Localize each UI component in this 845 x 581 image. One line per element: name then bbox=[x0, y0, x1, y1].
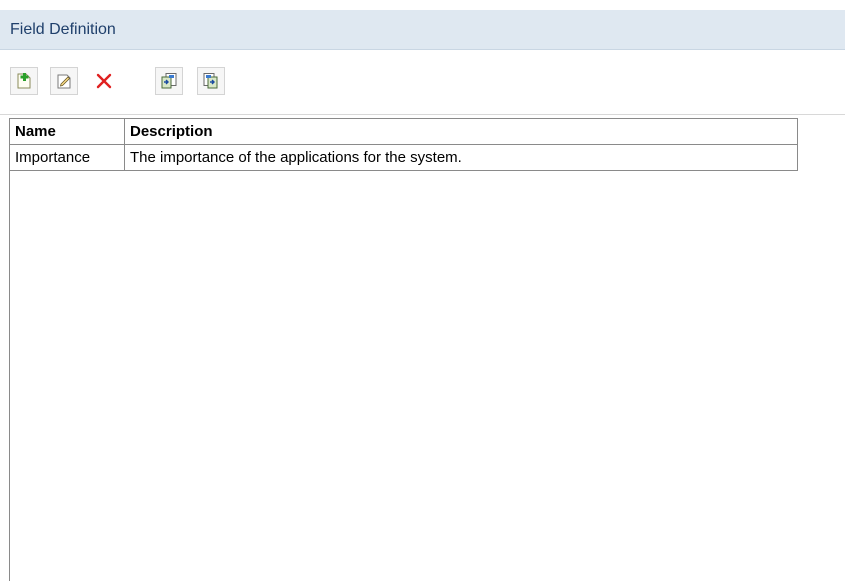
toolbar-divider bbox=[0, 114, 845, 115]
export-button[interactable] bbox=[197, 67, 225, 95]
table-row[interactable]: Importance The importance of the applica… bbox=[9, 144, 798, 171]
edit-document-icon bbox=[57, 74, 71, 89]
export-icon bbox=[203, 73, 218, 89]
panel-header: Field Definition bbox=[0, 10, 845, 50]
cell-description[interactable]: The importance of the applications for t… bbox=[124, 144, 798, 171]
field-definition-table: Name Description Importance The importan… bbox=[9, 118, 798, 171]
table-header-row: Name Description bbox=[9, 118, 798, 145]
edit-button[interactable] bbox=[50, 67, 78, 95]
cell-name[interactable]: Importance bbox=[9, 144, 125, 171]
add-button[interactable] bbox=[10, 67, 38, 95]
add-document-icon bbox=[17, 73, 31, 89]
panel-title: Field Definition bbox=[10, 21, 116, 38]
field-definition-panel: Field Definition Name Description Import… bbox=[0, 0, 845, 581]
delete-button[interactable] bbox=[90, 67, 118, 95]
column-header-name[interactable]: Name bbox=[9, 118, 125, 145]
grid-left-border bbox=[9, 118, 10, 581]
delete-icon bbox=[96, 73, 112, 89]
import-button[interactable] bbox=[155, 67, 183, 95]
import-icon bbox=[161, 73, 177, 89]
column-header-description[interactable]: Description bbox=[124, 118, 798, 145]
